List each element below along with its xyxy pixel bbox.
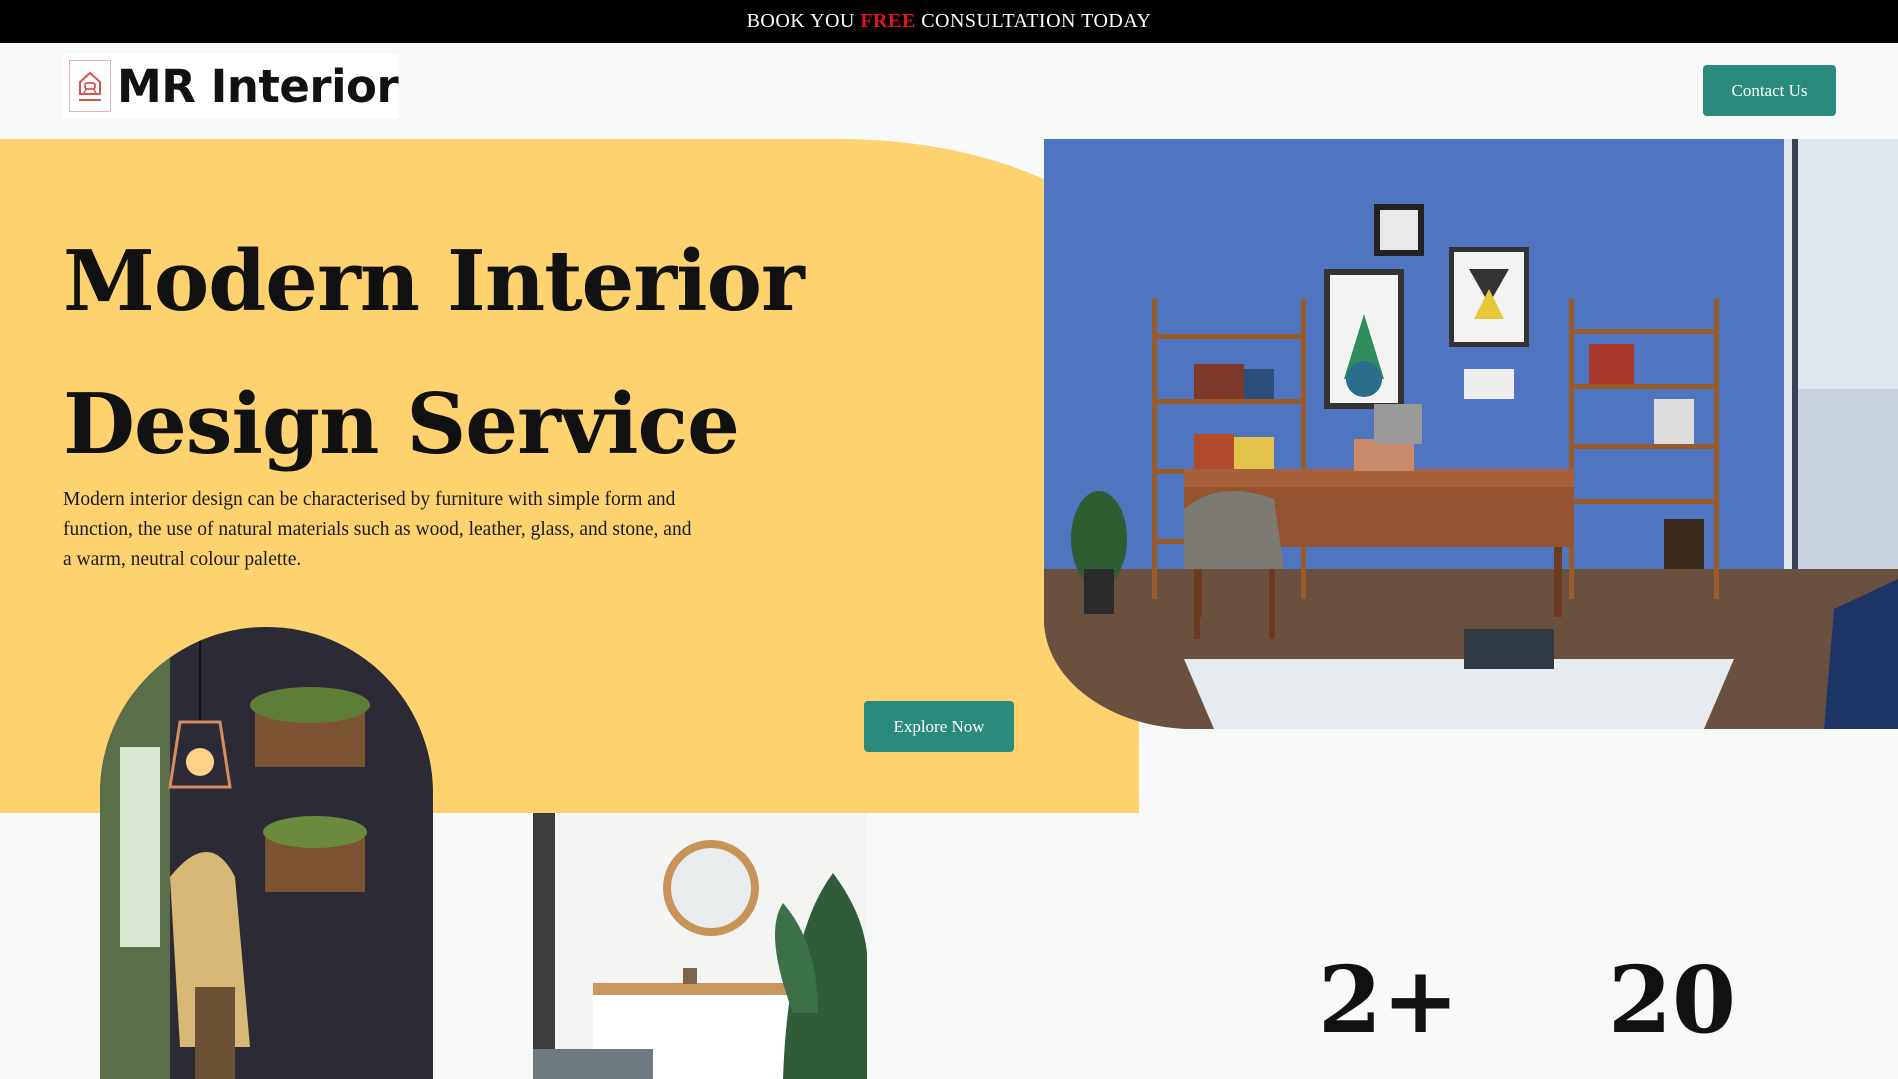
contact-us-button[interactable]: Contact Us — [1703, 65, 1836, 116]
house-logo-icon — [69, 60, 111, 112]
hero-title-line-1: Modern Interior — [63, 232, 805, 330]
mirror-dresser-image — [533, 813, 867, 1079]
hero-office-image — [1044, 139, 1898, 729]
hero-title-line-2: Design Service — [63, 375, 740, 473]
hero-description: Modern interior design can be characteri… — [63, 489, 692, 570]
announcement-text-before: BOOK YOU — [746, 10, 861, 32]
explore-now-button[interactable]: Explore Now — [864, 701, 1014, 752]
announcement-text-after: CONSULTATION TODAY — [915, 10, 1152, 32]
announcement-bar: BOOK YOU FREE CONSULTATION TODAY — [0, 0, 1898, 43]
hero-title: Modern Interior Design Service — [63, 210, 805, 496]
announcement-highlight: FREE — [860, 10, 916, 32]
logo-text: MR Interior — [117, 59, 399, 113]
site-logo[interactable]: MR Interior — [63, 54, 399, 118]
pendant-lamp-image — [100, 627, 433, 1079]
stat-projects: 20 — [1608, 946, 1737, 1054]
stat-years: 2+ — [1318, 946, 1460, 1054]
